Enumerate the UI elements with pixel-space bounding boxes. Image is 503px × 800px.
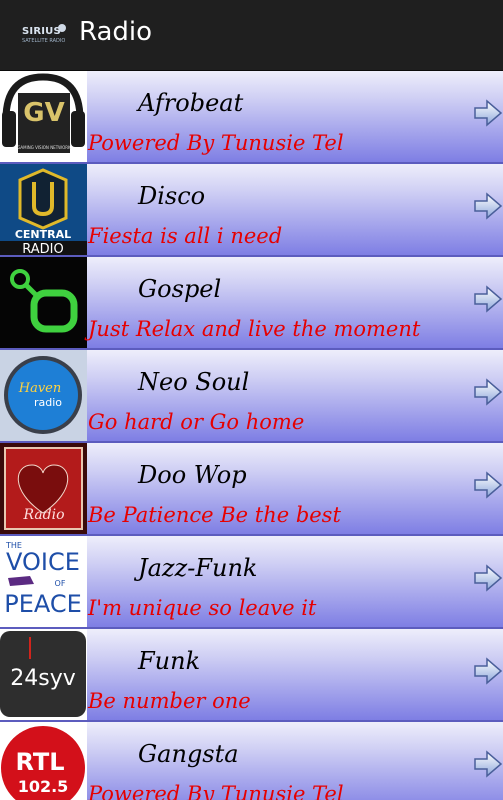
of-logo-text: OF xyxy=(55,579,66,588)
station-tagline: Fiesta is all i need xyxy=(88,224,283,248)
heart-logo-text: Radio xyxy=(22,507,64,523)
app-logo-subtext: SATELLITE RADIO xyxy=(22,38,66,44)
station-row[interactable]: Gospel Just Relax and live the moment xyxy=(0,257,503,350)
arrow-right-icon[interactable] xyxy=(473,470,503,500)
station-tagline: Powered By Tunusie Tel xyxy=(88,131,344,155)
action-bar: SIRIUS SATELLITE RADIO Radio xyxy=(0,0,503,71)
arrow-right-icon[interactable] xyxy=(473,284,503,314)
24syv-logo: 24syv xyxy=(0,629,87,720)
station-row[interactable]: GV GAMING VISION NETWORK Afrobeat Powere… xyxy=(0,71,503,164)
arrow-right-icon[interactable] xyxy=(473,377,503,407)
station-row[interactable]: 24syv Funk Be number one xyxy=(0,629,503,722)
haven-radio-text: radio xyxy=(34,396,62,409)
station-genre: Afrobeat xyxy=(138,89,244,117)
station-genre: Disco xyxy=(138,182,206,210)
arrow-right-icon[interactable] xyxy=(473,656,503,686)
gv-headphones-logo: GV GAMING VISION NETWORK xyxy=(0,71,87,162)
station-row[interactable]: THE VOICE OF PEACE Jazz-Funk I'm unique … xyxy=(0,536,503,629)
central-radio-logo: CENTRAL RADIO xyxy=(0,164,87,255)
station-genre: Doo Wop xyxy=(138,461,247,489)
station-tagline: Be Patience Be the best xyxy=(88,503,341,527)
station-row[interactable]: Radio Doo Wop Be Patience Be the best xyxy=(0,443,503,536)
rtl-logo-text: RTL xyxy=(15,748,64,776)
dog-icon xyxy=(58,24,66,32)
station-tagline: Go hard or Go home xyxy=(88,410,305,434)
station-genre: Neo Soul xyxy=(138,368,250,396)
rtl-frequency-text: 102.5 xyxy=(18,777,69,796)
station-genre: Jazz-Funk xyxy=(138,554,258,582)
haven-radio-logo: Haven radio xyxy=(0,350,87,441)
station-row[interactable]: Haven radio Neo Soul Go hard or Go home xyxy=(0,350,503,443)
app-logo[interactable]: SIRIUS SATELLITE RADIO xyxy=(22,24,70,46)
arrow-right-icon[interactable] xyxy=(473,191,503,221)
24syv-logo-text: 24syv xyxy=(10,666,76,691)
radio-logo-text: RADIO xyxy=(22,242,63,255)
arrow-right-icon[interactable] xyxy=(473,563,503,593)
station-tagline: I'm unique so leave it xyxy=(88,596,317,620)
station-tagline: Powered By Tunusie Tel xyxy=(88,782,344,800)
arrow-right-icon[interactable] xyxy=(473,98,503,128)
green-o-logo xyxy=(0,257,87,348)
station-genre: Gangsta xyxy=(138,740,239,768)
gv-logo-subtext: GAMING VISION NETWORK xyxy=(17,145,71,150)
rtl-1025-logo: RTL 102.5 xyxy=(0,722,87,800)
voice-of-peace-logo: THE VOICE OF PEACE xyxy=(0,536,87,627)
station-row[interactable]: CENTRAL RADIO Disco Fiesta is all i need xyxy=(0,164,503,257)
gv-logo-text: GV xyxy=(23,98,64,128)
station-list[interactable]: GV GAMING VISION NETWORK Afrobeat Powere… xyxy=(0,71,503,800)
app-logo-text: SIRIUS xyxy=(22,26,61,37)
page-title: Radio xyxy=(79,17,153,47)
voice-logo-text: VOICE xyxy=(6,548,80,576)
arrow-right-icon[interactable] xyxy=(473,749,503,779)
central-logo-text: CENTRAL xyxy=(15,228,71,241)
station-row[interactable]: RTL 102.5 Gangsta Powered By Tunusie Tel xyxy=(0,722,503,800)
heart-radio-logo: Radio xyxy=(0,443,87,534)
station-genre: Gospel xyxy=(138,275,222,303)
haven-logo-text: Haven xyxy=(18,381,62,396)
station-genre: Funk xyxy=(138,647,201,675)
station-tagline: Be number one xyxy=(88,689,251,713)
station-tagline: Just Relax and live the moment xyxy=(88,317,421,341)
peace-logo-text: PEACE xyxy=(4,590,82,618)
